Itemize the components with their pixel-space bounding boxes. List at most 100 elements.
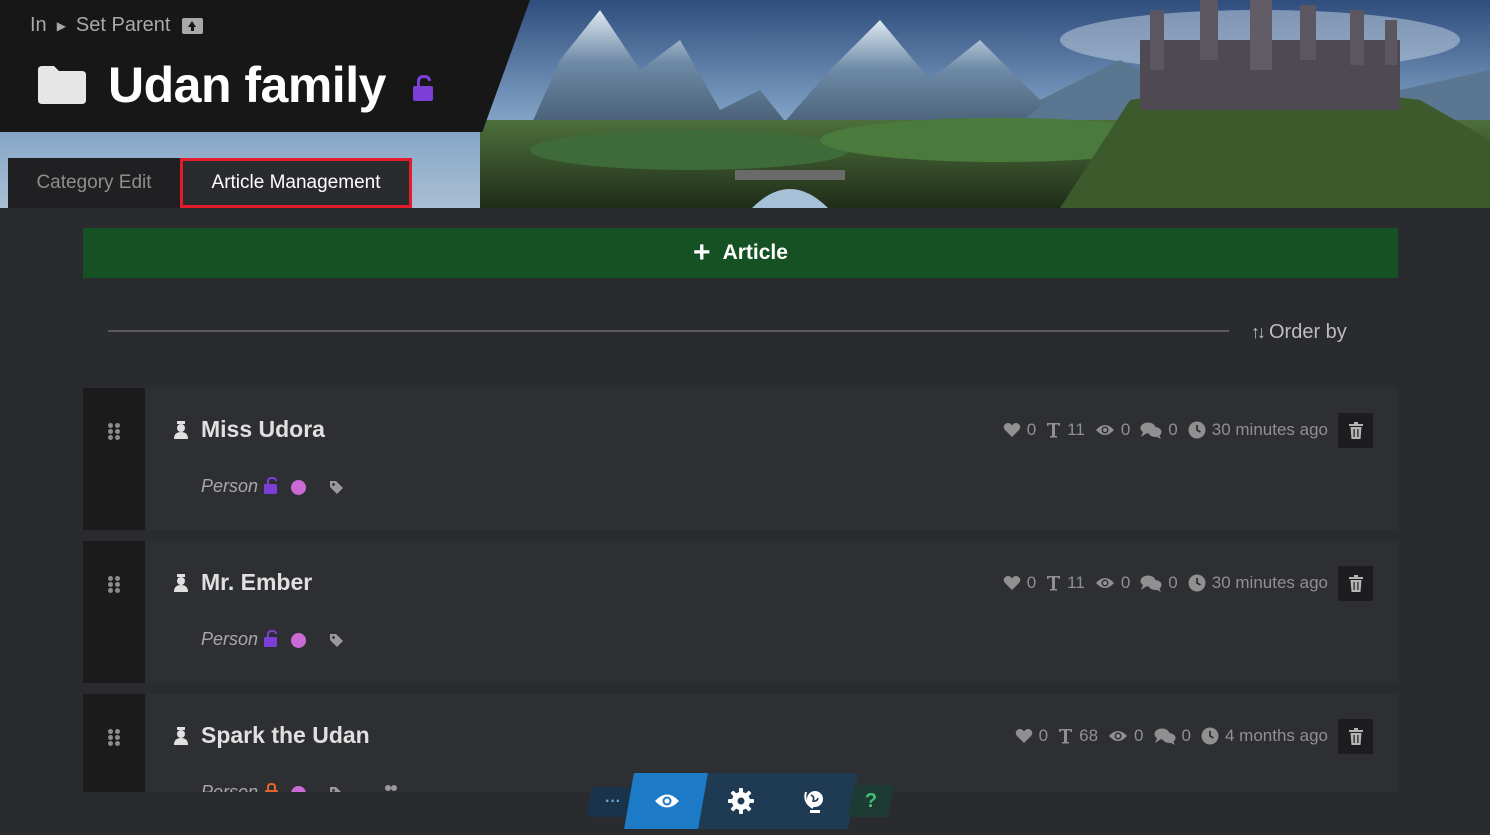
article-row[interactable]: Mr. Ember Person 0 11 0 0 30 minutes ago: [83, 541, 1398, 683]
comments-stat: 0: [1154, 726, 1191, 746]
drag-handle[interactable]: [83, 694, 145, 792]
help-label: ?: [864, 789, 878, 812]
status-dot[interactable]: [291, 480, 306, 495]
words-count: 11: [1067, 420, 1085, 439]
heart-icon: [1003, 576, 1020, 590]
comments-stat: 0: [1140, 573, 1178, 593]
gear-icon: [728, 788, 754, 814]
views-stat: 0: [1095, 573, 1130, 593]
world-button[interactable]: [772, 773, 858, 829]
text-icon: [1059, 729, 1073, 744]
tab-category-edit[interactable]: Category Edit: [8, 158, 180, 208]
article-stats: 0 11 0 0 30 minutes ago: [993, 420, 1328, 440]
more-label: ···: [605, 793, 621, 810]
lock-icon[interactable]: [263, 782, 280, 792]
drag-handle[interactable]: [83, 388, 145, 530]
likes-stat: 0: [1015, 726, 1048, 746]
likes-count: 0: [1038, 726, 1049, 745]
tag-icon[interactable]: [329, 786, 344, 792]
views-count: 0: [1120, 573, 1131, 592]
article-stats: 0 68 0 0 4 months ago: [1005, 726, 1328, 746]
order-by-button[interactable]: ↑↓ Order by: [1251, 321, 1347, 344]
users-icon[interactable]: [383, 784, 399, 792]
move-up-icon[interactable]: [182, 17, 204, 34]
eye-icon: [1109, 731, 1128, 741]
add-article-label: Article: [722, 241, 788, 264]
delete-button[interactable]: [1338, 719, 1373, 754]
comments-count: 0: [1168, 573, 1178, 592]
tag-icon[interactable]: [329, 480, 344, 495]
article-title[interactable]: Miss Udora: [201, 416, 325, 443]
comments-icon: [1154, 728, 1176, 745]
updated-stat: 4 months ago: [1201, 726, 1328, 746]
updated-stat: 30 minutes ago: [1188, 573, 1328, 593]
sort-arrows-icon: ↑↓: [1251, 322, 1266, 342]
help-button[interactable]: ?: [848, 785, 894, 817]
updated-time: 4 months ago: [1224, 726, 1328, 745]
breadcrumb-set-parent[interactable]: Set Parent: [76, 14, 171, 37]
text-icon: [1047, 423, 1061, 438]
heart-icon: [1015, 729, 1032, 743]
likes-stat: 0: [1003, 573, 1036, 593]
article-title[interactable]: Mr. Ember: [201, 569, 312, 596]
comments-count: 0: [1168, 420, 1178, 439]
status-dot[interactable]: [291, 633, 306, 648]
tab-article-management[interactable]: Article Management: [180, 158, 412, 208]
clock-icon: [1188, 421, 1206, 439]
article-type: Person: [201, 476, 259, 496]
tag-icon[interactable]: [329, 633, 344, 648]
person-icon: [174, 727, 188, 745]
person-icon: [174, 421, 188, 439]
views-count: 0: [1134, 726, 1144, 745]
page-title: Udan family: [108, 57, 386, 113]
folder-icon: [38, 66, 86, 104]
comments-icon: [1140, 422, 1162, 439]
words-count: 68: [1079, 726, 1099, 745]
article-type: Person: [201, 782, 259, 792]
person-icon: [174, 574, 188, 592]
trash-icon: [1348, 728, 1363, 745]
view-button[interactable]: [624, 773, 710, 829]
drag-handle[interactable]: [83, 541, 145, 683]
article-type: Person: [201, 629, 259, 649]
views-stat: 0: [1095, 420, 1130, 440]
words-stat: 68: [1058, 726, 1098, 746]
unlock-icon[interactable]: [411, 74, 437, 102]
likes-count: 0: [1026, 573, 1037, 592]
updated-stat: 30 minutes ago: [1188, 420, 1328, 440]
trash-icon: [1348, 575, 1363, 592]
unlock-icon[interactable]: [263, 629, 280, 648]
clock-icon: [1188, 574, 1206, 592]
drag-dots-icon: [108, 729, 120, 747]
article-title[interactable]: Spark the Udan: [201, 722, 370, 749]
words-count: 11: [1067, 573, 1085, 592]
article-stats: 0 11 0 0 30 minutes ago: [993, 573, 1328, 593]
trash-icon: [1348, 422, 1363, 439]
comments-stat: 0: [1140, 420, 1178, 440]
likes-stat: 0: [1003, 420, 1036, 440]
eye-icon: [655, 794, 679, 808]
breadcrumb-in: In: [30, 14, 47, 36]
chevron-right-icon: ▶: [56, 18, 66, 33]
article-row[interactable]: Miss Udora Person 0 11 0 0 30 minutes ag…: [83, 388, 1398, 530]
eye-icon: [1095, 425, 1114, 435]
views-count: 0: [1120, 420, 1131, 439]
views-stat: 0: [1108, 726, 1144, 746]
plus-icon: +: [693, 236, 711, 269]
comments-icon: [1140, 575, 1162, 592]
words-stat: 11: [1046, 573, 1085, 593]
status-dot[interactable]: [291, 786, 306, 792]
breadcrumb: In ▶ Set Parent: [30, 14, 204, 37]
order-by-label: Order by: [1269, 321, 1347, 343]
comments-count: 0: [1181, 726, 1191, 745]
likes-count: 0: [1026, 420, 1037, 439]
updated-time: 30 minutes ago: [1211, 573, 1328, 592]
unlock-icon[interactable]: [263, 476, 280, 495]
drag-dots-icon: [108, 576, 120, 594]
settings-button[interactable]: [698, 773, 784, 829]
updated-time: 30 minutes ago: [1211, 420, 1328, 439]
add-article-button[interactable]: + Article: [83, 228, 1398, 278]
delete-button[interactable]: [1338, 566, 1373, 601]
delete-button[interactable]: [1338, 413, 1373, 448]
clock-icon: [1201, 727, 1219, 745]
